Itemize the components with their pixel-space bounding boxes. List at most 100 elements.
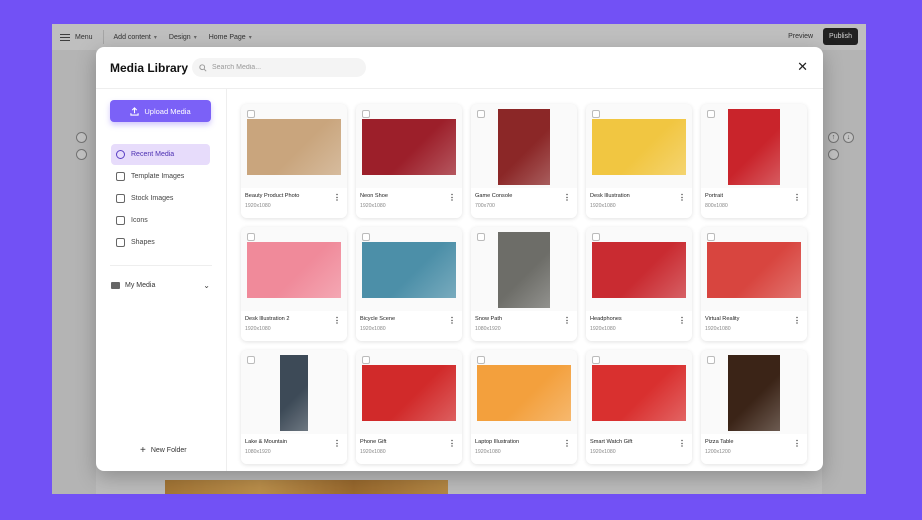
media-card[interactable]: Headphones 1920x1080 ⋮ xyxy=(586,227,692,341)
media-dimensions: 1200x1200 xyxy=(705,449,731,455)
media-dimensions: 1080x1920 xyxy=(475,326,501,332)
shapes-icon xyxy=(116,238,125,247)
media-meta: Game Console 700x700 ⋮ xyxy=(471,188,577,218)
media-dimensions: 1920x1080 xyxy=(705,326,731,332)
select-checkbox[interactable] xyxy=(477,233,485,241)
media-thumbnail[interactable] xyxy=(592,119,686,175)
more-options-icon[interactable]: ⋮ xyxy=(678,317,686,325)
media-card[interactable]: Phone Gift 1920x1080 ⋮ xyxy=(356,350,462,464)
select-checkbox[interactable] xyxy=(707,233,715,241)
media-thumbnail[interactable] xyxy=(728,355,780,431)
media-card[interactable]: Laptop Illustration 1920x1080 ⋮ xyxy=(471,350,577,464)
media-dimensions: 1920x1080 xyxy=(475,449,501,455)
more-options-icon[interactable]: ⋮ xyxy=(448,440,456,448)
more-options-icon[interactable]: ⋮ xyxy=(333,317,341,325)
more-options-icon[interactable]: ⋮ xyxy=(333,194,341,202)
media-dimensions: 1920x1080 xyxy=(360,326,386,332)
media-card[interactable]: Smart Watch Gift 1920x1080 ⋮ xyxy=(586,350,692,464)
search-box xyxy=(192,58,366,77)
chevron-down-icon[interactable]: ⌄ xyxy=(203,281,210,290)
media-dimensions: 1920x1080 xyxy=(360,449,386,455)
more-options-icon[interactable]: ⋮ xyxy=(333,440,341,448)
sidebar-item-icons[interactable]: Icons xyxy=(111,210,210,231)
more-options-icon[interactable]: ⋮ xyxy=(793,194,801,202)
more-options-icon[interactable]: ⋮ xyxy=(793,317,801,325)
media-card[interactable]: Desk Illustration 2 1920x1080 ⋮ xyxy=(241,227,347,341)
media-card[interactable]: Desk Illustration 1920x1080 ⋮ xyxy=(586,104,692,218)
more-options-icon[interactable]: ⋮ xyxy=(563,194,571,202)
media-card[interactable]: Lake & Mountain 1080x1920 ⋮ xyxy=(241,350,347,464)
select-checkbox[interactable] xyxy=(247,356,255,364)
media-name: Pizza Table xyxy=(705,439,734,445)
media-card[interactable]: Virtual Reality 1920x1080 ⋮ xyxy=(701,227,807,341)
select-checkbox[interactable] xyxy=(247,110,255,118)
select-checkbox[interactable] xyxy=(362,233,370,241)
media-meta: Smart Watch Gift 1920x1080 ⋮ xyxy=(586,434,692,464)
media-thumbnail[interactable] xyxy=(498,232,550,308)
new-folder-button[interactable]: + New Folder xyxy=(140,445,187,456)
sidebar-item-recent-media[interactable]: Recent Media xyxy=(111,144,210,165)
media-dimensions: 1920x1080 xyxy=(245,203,271,209)
select-checkbox[interactable] xyxy=(592,110,600,118)
media-thumbnail[interactable] xyxy=(728,109,780,185)
select-checkbox[interactable] xyxy=(247,233,255,241)
media-library-modal: Media Library ✕ Upload Media Recent Medi… xyxy=(96,47,823,471)
select-checkbox[interactable] xyxy=(707,110,715,118)
clock-icon xyxy=(116,150,125,159)
select-checkbox[interactable] xyxy=(477,356,485,364)
media-name: Desk Illustration xyxy=(590,193,630,199)
sidebar-item-template-images[interactable]: Template Images xyxy=(111,166,210,187)
search-input[interactable] xyxy=(212,64,352,71)
my-media-folder[interactable]: My Media ⌄ xyxy=(111,281,210,290)
more-options-icon[interactable]: ⋮ xyxy=(678,194,686,202)
media-name: Phone Gift xyxy=(360,439,387,445)
media-dimensions: 1080x1920 xyxy=(245,449,271,455)
more-options-icon[interactable]: ⋮ xyxy=(563,440,571,448)
select-checkbox[interactable] xyxy=(362,356,370,364)
more-options-icon[interactable]: ⋮ xyxy=(448,194,456,202)
more-options-icon[interactable]: ⋮ xyxy=(563,317,571,325)
more-options-icon[interactable]: ⋮ xyxy=(678,440,686,448)
media-card[interactable]: Snow Path 1080x1920 ⋮ xyxy=(471,227,577,341)
media-thumbnail[interactable] xyxy=(362,119,456,175)
media-grid: Beauty Product Photo 1920x1080 ⋮ Neon Shoe 1… xyxy=(241,104,807,464)
upload-media-button[interactable]: Upload Media xyxy=(110,100,211,122)
media-card[interactable]: Portrait 800x1080 ⋮ xyxy=(701,104,807,218)
select-checkbox[interactable] xyxy=(707,356,715,364)
media-thumbnail[interactable] xyxy=(247,119,341,175)
more-options-icon[interactable]: ⋮ xyxy=(448,317,456,325)
media-thumbnail[interactable] xyxy=(592,242,686,298)
media-name: Smart Watch Gift xyxy=(590,439,633,445)
media-name: Virtual Reality xyxy=(705,316,740,322)
search-icon xyxy=(199,63,207,72)
media-dimensions: 1920x1080 xyxy=(590,449,616,455)
sidebar-item-shapes[interactable]: Shapes xyxy=(111,232,210,253)
modal-header: Media Library ✕ xyxy=(96,47,823,89)
media-card[interactable]: Bicycle Scene 1920x1080 ⋮ xyxy=(356,227,462,341)
select-checkbox[interactable] xyxy=(362,110,370,118)
media-thumbnail[interactable] xyxy=(592,365,686,421)
media-name: Portrait xyxy=(705,193,724,199)
select-checkbox[interactable] xyxy=(592,233,600,241)
media-thumbnail[interactable] xyxy=(280,355,308,431)
sidebar-item-stock-images[interactable]: Stock Images xyxy=(111,188,210,209)
media-meta: Pizza Table 1200x1200 ⋮ xyxy=(701,434,807,464)
select-checkbox[interactable] xyxy=(592,356,600,364)
select-checkbox[interactable] xyxy=(477,110,485,118)
media-thumbnail[interactable] xyxy=(362,242,456,298)
media-card[interactable]: Neon Shoe 1920x1080 ⋮ xyxy=(356,104,462,218)
media-card[interactable]: Game Console 700x700 ⋮ xyxy=(471,104,577,218)
media-thumbnail[interactable] xyxy=(707,242,801,298)
media-name: Lake & Mountain xyxy=(245,439,287,445)
media-thumbnail[interactable] xyxy=(362,365,456,421)
media-name: Snow Path xyxy=(475,316,503,322)
more-options-icon[interactable]: ⋮ xyxy=(793,440,801,448)
media-card[interactable]: Beauty Product Photo 1920x1080 ⋮ xyxy=(241,104,347,218)
media-thumbnail[interactable] xyxy=(477,365,571,421)
media-card[interactable]: Pizza Table 1200x1200 ⋮ xyxy=(701,350,807,464)
media-thumbnail[interactable] xyxy=(498,109,550,185)
media-thumbnail[interactable] xyxy=(247,242,341,298)
media-meta: Phone Gift 1920x1080 ⋮ xyxy=(356,434,462,464)
media-name: Neon Shoe xyxy=(360,193,388,199)
close-icon[interactable]: ✕ xyxy=(797,60,808,74)
